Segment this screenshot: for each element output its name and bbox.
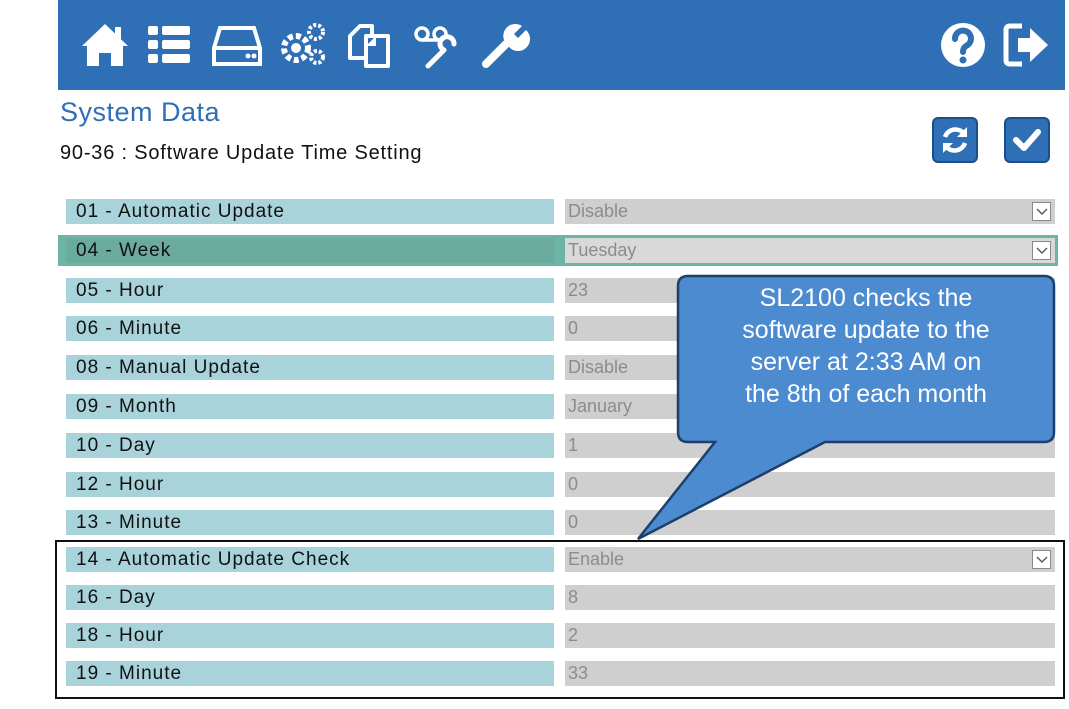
setting-value: 0 [568, 474, 579, 494]
chevron-down-icon[interactable] [1032, 202, 1051, 221]
drive-icon[interactable] [210, 18, 264, 72]
page-title: System Data [60, 97, 221, 127]
refresh-button[interactable] [932, 117, 978, 163]
help-icon[interactable] [936, 18, 990, 72]
setting-value: Disable [568, 201, 629, 221]
setting-input[interactable]: 33 [565, 661, 1055, 686]
setting-label: 19 - Minute [66, 661, 554, 686]
list-icon[interactable] [142, 18, 196, 72]
setting-label: 18 - Hour [66, 623, 554, 648]
setting-value: 0 [568, 318, 579, 338]
gears-icon[interactable] [276, 18, 330, 72]
callout-text: SL2100 checks the software update to the… [680, 282, 1052, 410]
setting-input[interactable]: 8 [565, 585, 1055, 610]
toolbar [58, 0, 1065, 90]
setting-select[interactable]: Tuesday [565, 238, 1055, 263]
chevron-down-icon[interactable] [1032, 241, 1051, 260]
wrench-icon[interactable] [478, 18, 532, 72]
setting-label: 06 - Minute [66, 316, 554, 341]
callout-line: the 8th of each month [745, 380, 987, 408]
chevron-down-icon[interactable] [1032, 550, 1051, 569]
setting-label: 08 - Manual Update [66, 355, 554, 380]
setting-label: 12 - Hour [66, 472, 554, 497]
setting-label: 13 - Minute [66, 510, 554, 535]
setting-row: 19 - Minute 33 [58, 658, 1058, 689]
callout-line: software update to the [742, 316, 990, 344]
setting-label: 09 - Month [66, 394, 554, 419]
setting-input[interactable]: 2 [565, 623, 1055, 648]
setting-value: 1 [568, 435, 579, 455]
setting-value: 23 [568, 280, 589, 300]
voicemail-tools-icon[interactable] [410, 18, 464, 72]
setting-value: Tuesday [568, 240, 637, 260]
setting-value: 2 [568, 625, 579, 645]
page-subtitle: 90-36 : Software Update Time Setting [60, 142, 423, 164]
setting-label: 05 - Hour [66, 278, 554, 303]
setting-row: 04 - Week Tuesday [58, 235, 1058, 266]
callout-line: server at 2:33 AM on [750, 348, 982, 376]
setting-select[interactable]: Disable [565, 199, 1055, 224]
setting-row: 16 - Day 8 [58, 582, 1058, 613]
setting-row: 01 - Automatic Update Disable [58, 196, 1058, 227]
setting-value: 33 [568, 663, 589, 683]
setting-label: 16 - Day [66, 585, 554, 610]
setting-label: 01 - Automatic Update [66, 199, 554, 224]
setting-row: 18 - Hour 2 [58, 620, 1058, 651]
setting-label: 04 - Week [66, 238, 554, 263]
copy-icon[interactable] [342, 18, 396, 72]
setting-label: 14 - Automatic Update Check [66, 547, 554, 572]
logout-icon[interactable] [1000, 18, 1054, 72]
setting-value: Enable [568, 549, 625, 569]
refresh-icon [942, 127, 968, 153]
setting-label: 10 - Day [66, 433, 554, 458]
setting-value: 0 [568, 512, 579, 532]
setting-value: 8 [568, 587, 579, 607]
callout-line: SL2100 checks the [759, 284, 973, 312]
apply-button[interactable] [1004, 117, 1050, 163]
check-icon [1013, 129, 1041, 151]
home-icon[interactable] [78, 18, 132, 72]
